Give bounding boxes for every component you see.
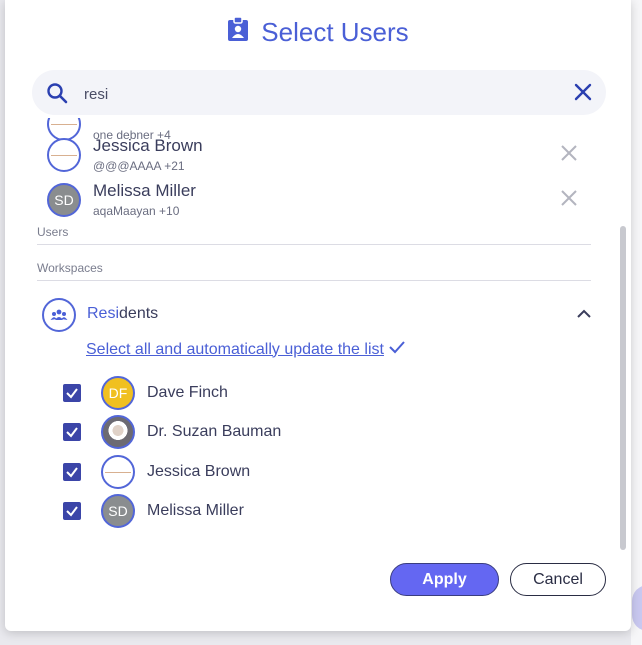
avatar: DF [101, 376, 135, 410]
member-checkbox[interactable] [63, 423, 81, 441]
selected-user-sub: aqaMaayan +10 [93, 204, 180, 218]
member-checkbox[interactable] [63, 384, 81, 402]
member-row[interactable]: Jessica Brown [63, 454, 463, 490]
divider [37, 280, 591, 281]
check-icon [388, 339, 406, 360]
section-label-workspaces: Workspaces [37, 261, 103, 275]
selected-user-sub: @@@AAAA +21 [93, 159, 185, 173]
member-checkbox[interactable] [63, 463, 81, 481]
clear-search-icon[interactable] [572, 81, 594, 108]
member-name: Dr. Suzan Bauman [147, 423, 282, 440]
scrollbar[interactable] [620, 226, 626, 550]
member-row[interactable]: DF Dave Finch [63, 375, 463, 411]
member-name: Melissa Miller [147, 502, 244, 519]
avatar: SD [47, 183, 81, 217]
divider [37, 244, 591, 245]
remove-user-icon[interactable] [559, 143, 579, 168]
selected-user-row: SD Melissa Miller aqaMaayan +10 [47, 179, 587, 218]
member-row[interactable]: Dr. Suzan Bauman [63, 414, 463, 450]
search-icon[interactable] [45, 81, 69, 110]
group-icon [42, 298, 76, 332]
avatar [101, 415, 135, 449]
workspace-name: Residents [87, 305, 158, 323]
select-users-dialog: Select Users one debner +4 Jessica Brown… [5, 0, 631, 631]
section-label-users: Users [37, 225, 69, 239]
member-name: Jessica Brown [147, 463, 251, 480]
workspace-row-residents[interactable]: Residents [42, 296, 592, 332]
search-bar [32, 70, 606, 115]
workspace-name-rest: dents [119, 305, 159, 322]
background-page-right [631, 0, 642, 645]
member-name: Dave Finch [147, 384, 228, 401]
apply-button[interactable]: Apply [390, 563, 499, 596]
selected-user-name: Melissa Miller [93, 181, 196, 200]
member-checkbox[interactable] [63, 502, 81, 520]
remove-user-icon[interactable] [559, 188, 579, 213]
search-input[interactable] [82, 80, 546, 108]
avatar: SD [101, 494, 135, 528]
select-all-text: Select all and automatically update the … [86, 340, 384, 358]
cancel-button[interactable]: Cancel [510, 563, 606, 596]
avatar [47, 138, 81, 172]
chevron-up-icon[interactable] [574, 304, 594, 329]
selected-user-row: Jessica Brown @@@AAAA +21 [47, 134, 587, 173]
avatar [101, 455, 135, 489]
search-match: Resi [87, 305, 120, 322]
member-row[interactable]: SD Melissa Miller [63, 493, 463, 529]
dialog-title: Select Users [5, 14, 631, 50]
select-all-link[interactable]: Select all and automatically update the … [86, 339, 406, 360]
dialog-title-text: Select Users [261, 16, 409, 47]
results-list[interactable]: one debner +4 Jessica Brown @@@AAAA +21 … [5, 118, 631, 548]
selected-user-name: Jessica Brown [93, 136, 203, 155]
clipboard-user-icon [227, 15, 249, 49]
